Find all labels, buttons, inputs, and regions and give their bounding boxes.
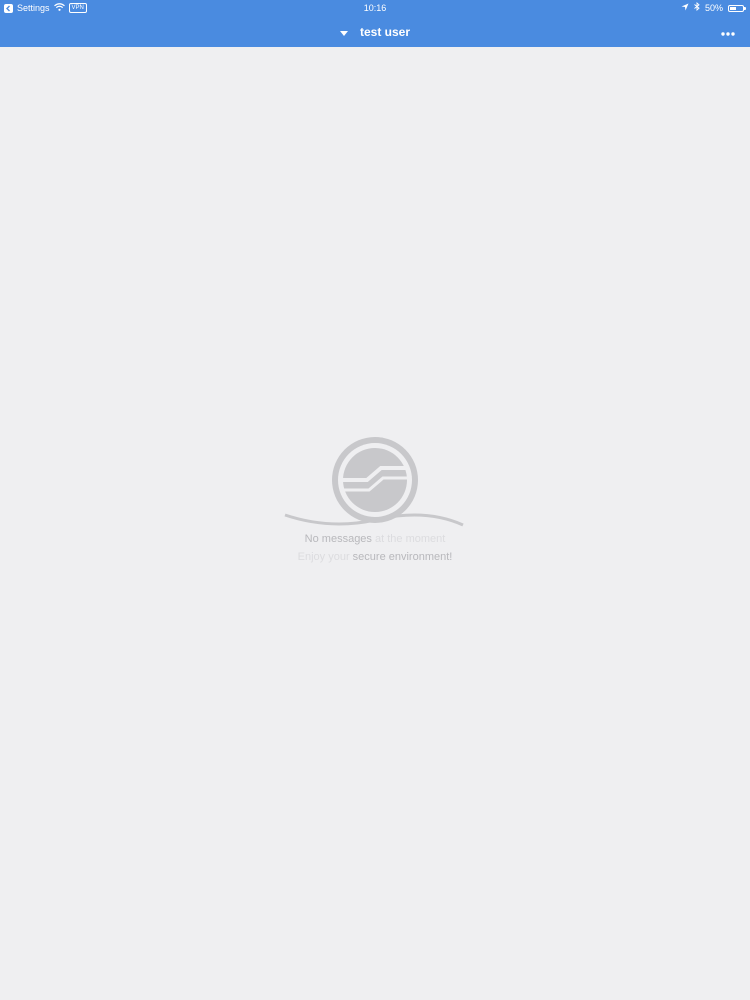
account-switcher[interactable]: test user	[0, 16, 750, 47]
nav-bar: test user	[0, 16, 750, 47]
bluetooth-icon	[694, 0, 700, 16]
nav-title[interactable]: test user	[360, 25, 410, 39]
battery-percent: 50%	[704, 3, 723, 13]
more-options-icon[interactable]	[720, 26, 736, 36]
battery-icon	[728, 4, 746, 12]
location-arrow-icon	[681, 0, 689, 16]
empty-state: No messages at the moment Enjoy your sec…	[0, 430, 750, 566]
app-header: Settings VPN 10:16 50% test user	[0, 0, 750, 47]
caret-down-icon[interactable]	[339, 23, 348, 41]
status-time: 10:16	[363, 3, 387, 13]
status-right: 50%	[681, 0, 746, 16]
app-logo-icon	[284, 437, 464, 527]
empty-message-line2: Enjoy your secure environment!	[297, 551, 453, 563]
empty-message-line1: No messages at the moment	[304, 533, 446, 545]
status-bar: Settings VPN 10:16 50%	[0, 0, 750, 16]
